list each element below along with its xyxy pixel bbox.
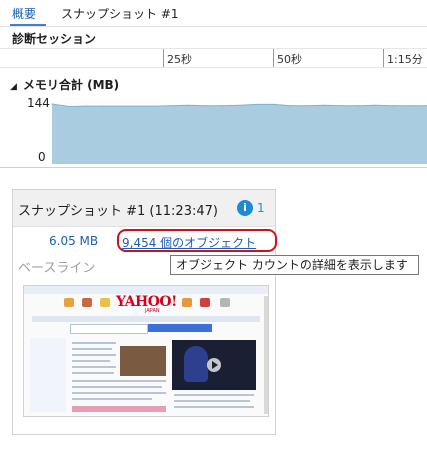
memory-data-point bbox=[375, 104, 377, 106]
memory-data-point bbox=[392, 105, 394, 107]
memory-data-point bbox=[102, 105, 104, 107]
memory-data-point bbox=[187, 104, 189, 106]
timeline-tick-label: 25秒 bbox=[167, 53, 192, 66]
tab-overview[interactable]: 概要 bbox=[12, 5, 36, 22]
highlight-annotation bbox=[117, 229, 277, 252]
memory-data-point bbox=[221, 105, 224, 107]
play-triangle-icon bbox=[212, 361, 218, 369]
snapshot-size-link[interactable]: 6.05 MB bbox=[49, 234, 98, 248]
memory-title: メモリ合計 (MB) bbox=[22, 78, 120, 92]
thumb-sidebar bbox=[30, 338, 66, 412]
info-count[interactable]: 1 bbox=[257, 201, 265, 215]
collapse-triangle-icon[interactable]: ◢ bbox=[10, 82, 17, 92]
memory-data-point bbox=[409, 105, 411, 107]
info-icon[interactable]: i bbox=[237, 200, 253, 216]
snapshot-title: スナップショット #1 (11:23:47) bbox=[18, 204, 218, 219]
thumb-text-line bbox=[72, 342, 116, 344]
thumb-text-line bbox=[72, 372, 114, 374]
memory-data-point bbox=[153, 105, 155, 107]
snapshot-card: スナップショット #1 (11:23:47) i 1 6.05 MB 9,454… bbox=[12, 189, 277, 435]
thumb-text-line bbox=[174, 400, 250, 402]
thumb-video-figure bbox=[184, 346, 208, 382]
thumb-icon bbox=[200, 298, 210, 307]
thumb-browser-bar bbox=[24, 286, 268, 294]
yahoo-logo-sub: JAPAN bbox=[145, 308, 160, 314]
memory-data-point bbox=[255, 103, 258, 105]
tooltip: オブジェクト カウントの詳細を表示します bbox=[170, 255, 419, 275]
memory-data-point bbox=[51, 103, 53, 105]
thumb-icon bbox=[82, 298, 92, 307]
thumb-text-line bbox=[72, 366, 116, 368]
timeline-tick-label: 1:15分 bbox=[387, 53, 423, 66]
timeline-tick bbox=[163, 49, 164, 67]
thumb-text-line bbox=[72, 392, 166, 394]
snapshot-card-header: スナップショット #1 (11:23:47) i 1 bbox=[13, 190, 275, 227]
timeline-ruler[interactable] bbox=[0, 49, 427, 67]
thumb-photo bbox=[120, 346, 166, 376]
memory-data-point bbox=[238, 104, 241, 106]
divider bbox=[0, 67, 427, 68]
thumb-icon bbox=[100, 298, 110, 307]
memory-data-point bbox=[119, 105, 121, 107]
thumb-text-line bbox=[72, 386, 162, 388]
memory-data-point bbox=[68, 105, 70, 108]
timeline-tick-label: 50秒 bbox=[277, 53, 302, 66]
memory-chart[interactable] bbox=[0, 94, 427, 166]
memory-data-point bbox=[204, 105, 206, 107]
thumb-text-line bbox=[72, 360, 110, 362]
timeline-tick bbox=[273, 49, 274, 67]
thumb-text-line bbox=[174, 406, 254, 408]
thumb-scrollbar bbox=[264, 296, 268, 414]
thumb-icon bbox=[182, 298, 192, 307]
memory-data-point bbox=[290, 105, 292, 107]
memory-data-point bbox=[170, 105, 172, 107]
memory-data-point bbox=[324, 104, 326, 106]
thumb-text-line bbox=[174, 394, 254, 396]
memory-series-area bbox=[52, 104, 427, 164]
thumb-icon bbox=[64, 298, 74, 307]
thumb-text-line bbox=[72, 348, 112, 350]
memory-data-point bbox=[136, 105, 138, 107]
memory-data-point bbox=[358, 105, 360, 107]
diagnostic-session-title: 診断セッション bbox=[12, 32, 97, 46]
tab-snapshot[interactable]: スナップショット #1 bbox=[61, 5, 179, 22]
baseline-label: ベースライン bbox=[18, 261, 96, 276]
tab-bar: 概要 スナップショット #1 bbox=[0, 0, 427, 26]
timeline-tick bbox=[383, 49, 384, 67]
thumb-nav bbox=[32, 316, 260, 322]
thumb-search-button bbox=[148, 324, 212, 332]
memory-data-point bbox=[273, 103, 275, 105]
snapshot-screenshot-thumbnail[interactable]: YAHOO! JAPAN bbox=[23, 285, 269, 417]
divider bbox=[0, 26, 427, 27]
memory-section-header[interactable]: ◢ メモリ合計 (MB) bbox=[10, 76, 119, 93]
thumb-text-line bbox=[72, 354, 116, 356]
thumb-text-line bbox=[72, 398, 152, 400]
memory-data-point bbox=[341, 105, 343, 107]
thumb-search-box bbox=[70, 324, 148, 334]
divider bbox=[0, 167, 427, 168]
thumb-banner bbox=[72, 406, 166, 412]
memory-data-point bbox=[85, 105, 87, 107]
thumb-text-line bbox=[72, 380, 166, 382]
thumb-icon bbox=[220, 298, 230, 307]
memory-data-point bbox=[307, 105, 309, 107]
